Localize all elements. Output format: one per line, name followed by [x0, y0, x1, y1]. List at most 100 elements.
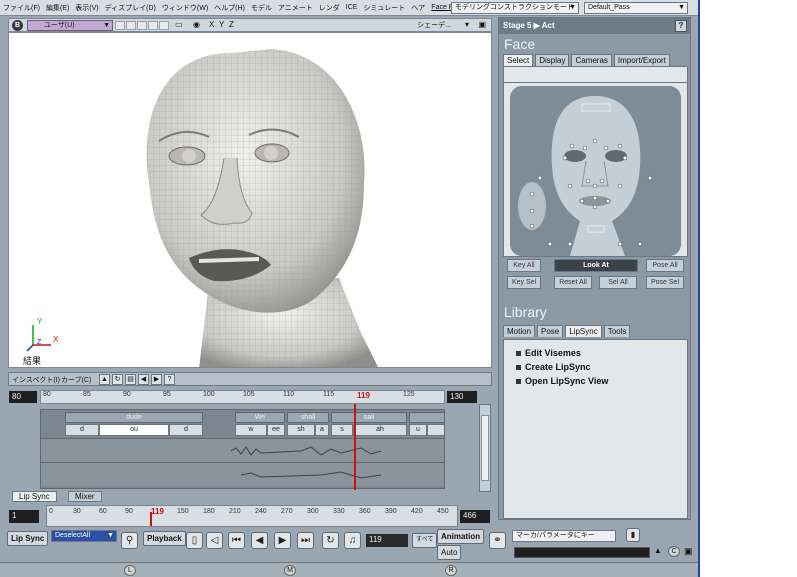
- viewport-3d[interactable]: Y X Z 結果: [8, 32, 492, 368]
- timeline-start-field[interactable]: 1: [9, 510, 39, 523]
- traffic-light-icon[interactable]: ▮: [626, 528, 640, 542]
- view-segment[interactable]: [159, 21, 169, 30]
- play-backward-icon[interactable]: ◁: [206, 532, 223, 549]
- menu-edit[interactable]: 編集(E): [43, 3, 72, 13]
- magnet-icon[interactable]: ⚭: [489, 532, 506, 549]
- menu-animate[interactable]: アニメート: [275, 3, 316, 13]
- phoneme-block[interactable]: w: [235, 424, 267, 436]
- arrow-left-icon[interactable]: ◀: [138, 374, 149, 385]
- skip-end-icon[interactable]: ⏭: [297, 532, 314, 549]
- phoneme-block[interactable]: a: [315, 424, 329, 436]
- marker-param-field[interactable]: マーカ/パラメータにキー: [512, 530, 616, 542]
- lipsync-playhead[interactable]: [354, 404, 356, 490]
- eye-icon[interactable]: ◉: [193, 19, 200, 31]
- view-segment[interactable]: [115, 21, 125, 30]
- tab-select[interactable]: Select: [503, 54, 534, 66]
- settings-icon[interactable]: ▾: [465, 19, 469, 31]
- up-arrow-icon[interactable]: ▲: [654, 546, 662, 555]
- lipsync-scrollbar[interactable]: [479, 404, 491, 492]
- frame-icon[interactable]: ▤: [125, 374, 136, 385]
- axis-x-toggle[interactable]: X: [209, 19, 214, 31]
- view-segment[interactable]: [137, 21, 147, 30]
- word-block-tail[interactable]: [409, 412, 444, 423]
- lock-icon[interactable]: ▣: [684, 546, 693, 557]
- word-block[interactable]: sail: [331, 412, 407, 423]
- shading-mode-label[interactable]: シェーデ...: [417, 20, 451, 32]
- refresh-icon[interactable]: ↻: [112, 374, 123, 385]
- pose-sel-button[interactable]: Pose Sel: [646, 276, 684, 289]
- tab-pose[interactable]: Pose: [537, 325, 564, 337]
- skip-start-icon[interactable]: ⏮: [228, 532, 245, 549]
- menu-file[interactable]: ファイル(F): [0, 3, 43, 13]
- word-block[interactable]: We: [235, 412, 285, 423]
- tab-motion[interactable]: Motion: [503, 325, 536, 337]
- key-icon[interactable]: ⚲: [121, 532, 138, 549]
- auto-key-button[interactable]: Auto: [437, 545, 462, 560]
- help-button[interactable]: ?: [675, 20, 687, 32]
- monitor-icon[interactable]: ▭: [175, 19, 183, 31]
- phoneme-block-tail[interactable]: [427, 424, 444, 436]
- menu-render[interactable]: レンダ: [316, 3, 343, 13]
- face-picker-image[interactable]: [510, 86, 681, 256]
- help-icon[interactable]: ?: [164, 374, 175, 385]
- menu-window[interactable]: ウィンドウ(W): [159, 3, 211, 13]
- tab-lip-sync[interactable]: Lip Sync: [12, 491, 57, 502]
- scrollbar-thumb[interactable]: [481, 415, 489, 481]
- menu-display[interactable]: ディスプレイ(D): [102, 3, 159, 13]
- axis-z-toggle[interactable]: Z: [229, 19, 234, 31]
- tab-tools[interactable]: Tools: [603, 325, 631, 337]
- phoneme-block[interactable]: ah: [353, 424, 407, 436]
- maximize-icon[interactable]: ▣: [478, 19, 486, 31]
- look-at-button[interactable]: Look At: [554, 259, 638, 272]
- timeline-playhead[interactable]: [150, 512, 152, 526]
- previous-key-icon[interactable]: ◀: [251, 532, 268, 549]
- lipsync-track[interactable]: dude We shall sail d ou d w ee sh a s ah…: [40, 409, 445, 489]
- phoneme-block[interactable]: u: [409, 424, 427, 436]
- phoneme-block[interactable]: d: [65, 424, 99, 436]
- tab-import-export[interactable]: Import/Export: [613, 54, 670, 66]
- axis-y-toggle[interactable]: Y: [219, 19, 224, 31]
- mode-combo[interactable]: モデリングコンストラクションモード ▼: [451, 2, 579, 14]
- sel-all-button[interactable]: Sel All: [599, 276, 637, 289]
- timeline-end-field[interactable]: 466: [460, 510, 490, 523]
- open-lipsync-view-item[interactable]: Open LipSync View: [516, 376, 608, 386]
- all-button[interactable]: すべて: [412, 533, 438, 548]
- lock-icon[interactable]: ▲: [99, 374, 110, 385]
- script-command-field[interactable]: [514, 547, 650, 558]
- menu-simulate[interactable]: シミュレート: [360, 3, 408, 13]
- view-segment[interactable]: [126, 21, 136, 30]
- first-frame-icon[interactable]: ▯: [186, 532, 203, 549]
- current-frame-field[interactable]: 119: [366, 534, 408, 547]
- menu-hair[interactable]: ヘア: [408, 3, 428, 13]
- animation-menu[interactable]: Animation: [437, 529, 485, 544]
- inspect-menu[interactable]: インスペクト(I): [12, 375, 60, 385]
- view-segment[interactable]: [148, 21, 158, 30]
- range-end-field[interactable]: 130: [447, 391, 477, 403]
- range-start-field[interactable]: 80: [9, 391, 37, 403]
- phoneme-block[interactable]: ee: [267, 424, 285, 436]
- phoneme-block[interactable]: sh: [287, 424, 315, 436]
- viewport-letter-button[interactable]: B: [12, 20, 23, 31]
- c-mode-button[interactable]: C: [668, 546, 680, 557]
- menu-ice[interactable]: ICE: [343, 4, 361, 11]
- phoneme-block[interactable]: d: [169, 424, 203, 436]
- reset-all-button[interactable]: Reset All: [554, 276, 592, 289]
- selection-combo[interactable]: DeselectAll ▼: [51, 530, 117, 542]
- phoneme-block[interactable]: ou: [99, 424, 169, 436]
- word-block[interactable]: shall: [287, 412, 329, 423]
- menu-model[interactable]: モデル: [248, 3, 275, 13]
- create-lipsync-item[interactable]: Create LipSync: [516, 362, 591, 372]
- menu-help[interactable]: ヘルプ(H): [211, 3, 248, 13]
- tab-lipsync[interactable]: LipSync: [565, 325, 602, 337]
- lipsync-ruler[interactable]: 80 85 90 95 100 105 110 115 119 125: [40, 390, 445, 404]
- tab-mixer[interactable]: Mixer: [68, 491, 102, 502]
- edit-visemes-item[interactable]: Edit Visemes: [516, 348, 581, 358]
- key-all-button[interactable]: Key All: [507, 259, 541, 272]
- loop-icon[interactable]: ↻: [322, 532, 339, 549]
- pass-combo[interactable]: Default_Pass ▼: [584, 2, 688, 14]
- key-sel-button[interactable]: Key Sel: [507, 276, 541, 289]
- next-key-icon[interactable]: ▶: [274, 532, 291, 549]
- word-block[interactable]: dude: [65, 412, 203, 423]
- curves-menu[interactable]: カーブ(C): [61, 375, 91, 385]
- tab-cameras[interactable]: Cameras: [571, 54, 612, 66]
